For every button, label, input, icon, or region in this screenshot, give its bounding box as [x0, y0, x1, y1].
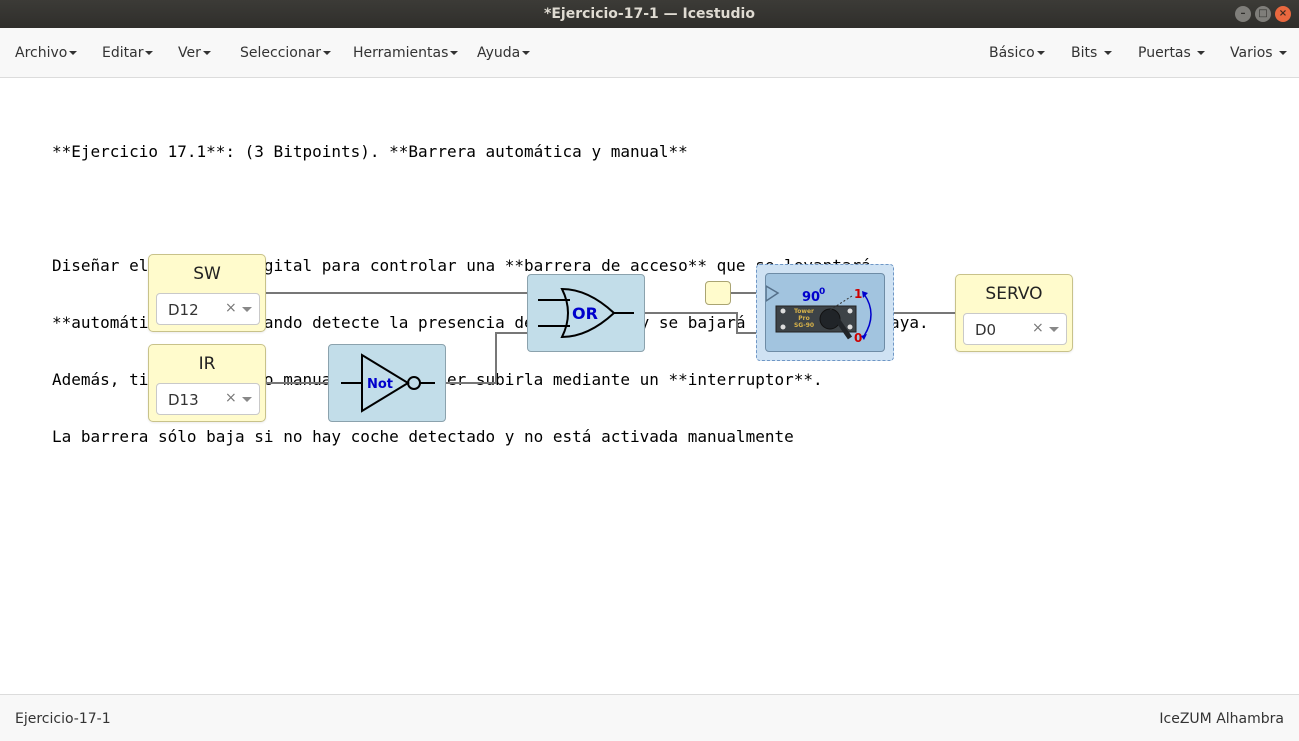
menu-editar[interactable]: Editar	[102, 28, 154, 78]
input-block-sw[interactable]: SW D12 ×	[148, 254, 266, 332]
menu-ayuda-label: Ayuda	[477, 45, 521, 61]
window-titlebar: *Ejercicio-17-1 — Icestudio – □ ×	[0, 0, 1299, 28]
or-gate-icon: OR	[538, 287, 634, 339]
servo-icon: 90 0 1 0 Tower Pro SG-90	[766, 285, 872, 345]
servo-block[interactable]: 90 0 1 0 Tower Pro SG-90	[765, 273, 885, 352]
menu-herramientas-label: Herramientas	[353, 45, 449, 61]
minimize-button[interactable]: –	[1235, 6, 1251, 22]
servo-brand-line: SG-90	[794, 322, 814, 329]
caret-down-icon	[1036, 51, 1045, 55]
not-gate-block[interactable]: Not	[328, 344, 446, 422]
or-gate-label: OR	[572, 304, 598, 323]
statusbar: Ejercicio-17-1 IceZUM Alhambra	[0, 694, 1299, 741]
maximize-button[interactable]: □	[1255, 6, 1271, 22]
constant-input-block[interactable]	[705, 281, 731, 305]
menu-varios-label: Varios	[1230, 45, 1273, 61]
servo-angle-degree: 0	[819, 287, 825, 297]
window-controls: – □ ×	[1235, 6, 1291, 22]
dropdown-arrow-icon[interactable]	[242, 307, 252, 312]
dropdown-arrow-icon[interactable]	[1049, 327, 1059, 332]
caret-down-icon	[69, 51, 78, 55]
close-button[interactable]: ×	[1275, 6, 1291, 22]
or-gate-block[interactable]: OR	[527, 274, 645, 352]
menu-archivo-label: Archivo	[15, 45, 68, 61]
menu-archivo[interactable]: Archivo	[15, 28, 78, 78]
caret-down-icon	[1279, 51, 1288, 55]
caret-down-icon	[1197, 51, 1206, 55]
servo-brand-line: Tower	[794, 308, 814, 315]
not-gate-icon: Not	[341, 353, 435, 413]
servo-brand-line: Pro	[798, 315, 809, 322]
pin-value: D12	[168, 301, 199, 319]
input-block-ir[interactable]: IR D13 ×	[148, 344, 266, 422]
dropdown-arrow-icon[interactable]	[242, 397, 252, 402]
board-name[interactable]: IceZUM Alhambra	[1159, 711, 1284, 727]
menu-seleccionar-label: Seleccionar	[240, 45, 322, 61]
not-gate-label: Not	[367, 377, 393, 392]
servo-angle: 90	[802, 290, 820, 305]
pin-value: D13	[168, 391, 199, 409]
menu-basico[interactable]: Básico	[989, 28, 1045, 78]
pin-select[interactable]: D13 ×	[156, 383, 260, 415]
menu-varios[interactable]: Varios	[1230, 28, 1288, 78]
caret-down-icon	[323, 51, 332, 55]
menu-ayuda[interactable]: Ayuda	[477, 28, 531, 78]
menu-bits[interactable]: Bits	[1071, 28, 1112, 78]
clear-icon[interactable]: ×	[225, 390, 237, 406]
pin-select[interactable]: D0 ×	[963, 313, 1067, 345]
menu-ver[interactable]: Ver	[178, 28, 211, 78]
output-block-servo[interactable]: SERVO D0 ×	[955, 274, 1073, 352]
project-name: Ejercicio-17-1	[15, 711, 111, 727]
input-name: SW	[193, 264, 221, 284]
caret-down-icon	[202, 51, 211, 55]
design-canvas[interactable]: **Ejercicio 17.1**: (3 Bitpoints). **Bar…	[0, 79, 1299, 694]
menubar: Archivo Editar Ver Seleccionar Herramien…	[0, 28, 1299, 78]
wire-not-or	[446, 332, 527, 384]
caret-down-icon	[522, 51, 531, 55]
servo-low-label: 0	[854, 331, 862, 345]
window-title: *Ejercicio-17-1 — Icestudio	[544, 6, 755, 22]
menu-herramientas[interactable]: Herramientas	[353, 28, 459, 78]
input-name: IR	[198, 354, 216, 374]
menu-ver-label: Ver	[178, 45, 201, 61]
menu-basico-label: Básico	[989, 45, 1035, 61]
clear-icon[interactable]: ×	[1032, 320, 1044, 336]
servo-high-label: 1	[854, 287, 862, 301]
menu-bits-label: Bits	[1071, 45, 1098, 61]
pin-select[interactable]: D12 ×	[156, 293, 260, 325]
wire-or-servo	[645, 312, 765, 334]
menu-editar-label: Editar	[102, 45, 144, 61]
caret-down-icon	[145, 51, 154, 55]
caret-down-icon	[1103, 51, 1112, 55]
pin-value: D0	[975, 321, 997, 339]
caret-down-icon	[450, 51, 459, 55]
menu-puertas[interactable]: Puertas	[1138, 28, 1206, 78]
clear-icon[interactable]: ×	[225, 300, 237, 316]
menu-puertas-label: Puertas	[1138, 45, 1191, 61]
output-name: SERVO	[985, 284, 1043, 304]
menu-seleccionar[interactable]: Seleccionar	[240, 28, 332, 78]
